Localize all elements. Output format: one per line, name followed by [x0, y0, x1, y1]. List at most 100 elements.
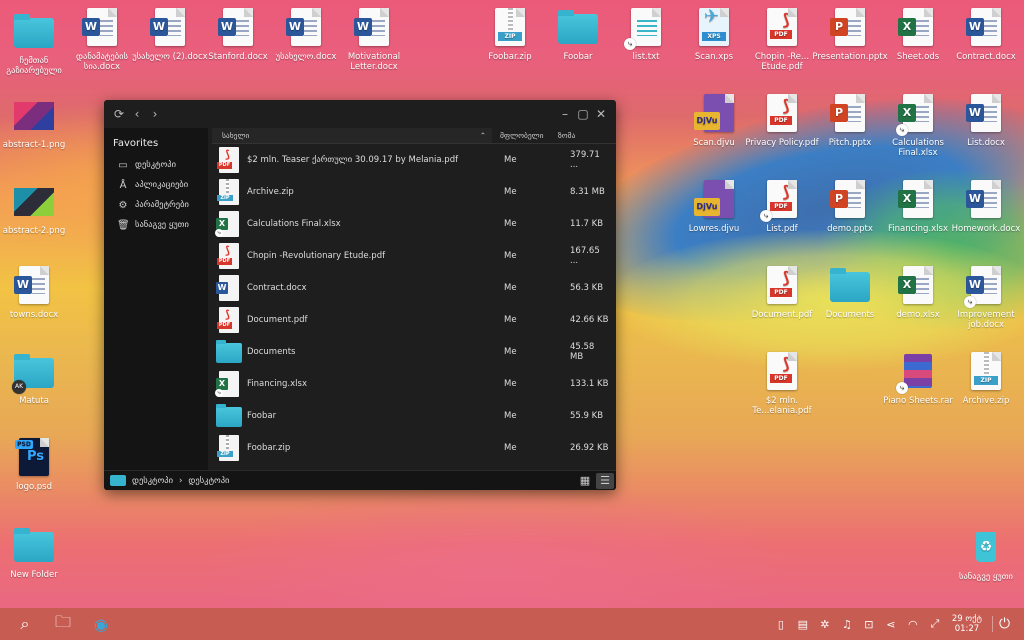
pdf-file-icon: ⟆ PDF: [216, 146, 242, 174]
desktop-icon-towns-docx[interactable]: W towns.docx: [0, 266, 74, 320]
word-icon: W: [966, 104, 984, 122]
close-icon[interactable]: ✕: [592, 107, 610, 121]
desktop-icon-matuta[interactable]: AK Matuta: [0, 352, 74, 406]
sort-ascending-icon: ⌃: [479, 131, 486, 140]
bug-icon[interactable]: ✲: [814, 618, 836, 631]
shortcut-icon: ⤷: [896, 382, 908, 394]
powerpoint-icon: P: [830, 190, 848, 208]
file-size: 11.7 KB: [570, 219, 604, 229]
desktop-icon-trash[interactable]: ♻ სანაგვე ყუთი: [946, 528, 1024, 582]
word-icon: W: [966, 276, 984, 294]
djvu-icon: DjVu: [694, 112, 720, 130]
desktop-icon-abstract-1[interactable]: abstract-1.png: [0, 96, 74, 150]
back-icon[interactable]: ‹: [128, 107, 146, 121]
desktop-icon-logo-psd[interactable]: Ps PSD logo.psd: [0, 438, 74, 492]
desktop-icon-improvement-job[interactable]: W ⤷ Improvement job.docx: [946, 266, 1024, 330]
sidebar-item-applications[interactable]: Å აპლიკაციები: [104, 175, 208, 195]
table-row[interactable]: ⟆ PDF Chopin -Revolutionary Etude.pdf Me 1…: [212, 240, 616, 272]
recycle-bin-icon: ♻: [966, 528, 1006, 568]
excel-icon: X: [898, 276, 916, 294]
sidebar-item-label: პარამეტრები: [135, 200, 189, 210]
breadcrumb-item[interactable]: დესკტოპი: [132, 476, 173, 486]
photoshop-icon: Ps: [27, 449, 45, 464]
grid-view-icon[interactable]: ▦: [576, 473, 594, 489]
file-size: 56.3 KB: [570, 283, 604, 293]
table-row[interactable]: ⟆ PDF Document.pdf Me 42.66 KB: [212, 304, 616, 336]
sidebar: Favorites ▭ დესკტოპი Å აპლიკაციები ⚙ პარ…: [104, 128, 208, 470]
wifi-icon[interactable]: ◠: [902, 618, 924, 631]
sidebar-item-desktop[interactable]: ▭ დესკტოპი: [104, 155, 208, 175]
fullscreen-icon[interactable]: ⤢: [924, 617, 946, 631]
clock-time: 01:27: [954, 624, 980, 634]
refresh-icon[interactable]: ⟳: [110, 107, 128, 121]
column-header-owner[interactable]: მფლობელი: [492, 131, 550, 140]
word-icon: W: [82, 18, 100, 36]
sidebar-item-trash[interactable]: 🗑 სანაგვე ყუთი: [104, 215, 208, 235]
file-size: 45.58 MB: [570, 342, 595, 362]
word-file-icon: W: [216, 274, 242, 302]
desktop-icon-homework-docx[interactable]: W Homework.docx: [946, 180, 1024, 234]
desktop-icon-new-folder[interactable]: New Folder: [0, 526, 74, 580]
table-row[interactable]: X ⤷ Calculations Final.xlsx Me 11.7 KB: [212, 208, 616, 240]
word-icon: W: [966, 18, 984, 36]
power-icon[interactable]: ⏻: [992, 616, 1016, 632]
maximize-icon[interactable]: ▢: [574, 107, 592, 121]
pdf-file-icon: ⟆ PDF: [216, 306, 242, 334]
avatar-icon: AK: [12, 380, 26, 394]
forward-icon[interactable]: ›: [146, 107, 164, 121]
desktop-icon-motivational-letter[interactable]: W Motivational Letter.docx: [334, 8, 414, 72]
app-launcher-icon[interactable]: ◉: [86, 615, 116, 634]
bell-icon[interactable]: ♫: [836, 618, 858, 631]
breadcrumb-item[interactable]: დესკტოპი: [188, 476, 229, 486]
file-owner: Me: [504, 315, 517, 325]
folder-icon[interactable]: 🗀: [48, 611, 78, 638]
lock-icon[interactable]: ⊡: [858, 618, 880, 631]
column-header-name[interactable]: სახელი ⌃: [212, 128, 492, 143]
table-row[interactable]: Documents Me 45.58 MB: [212, 336, 616, 368]
table-row[interactable]: W Contract.docx Me 56.3 KB: [212, 272, 616, 304]
table-row[interactable]: ZIP Archive.zip Me 8.31 MB: [212, 176, 616, 208]
file-name: Calculations Final.xlsx: [247, 219, 341, 229]
file-name: Documents: [247, 347, 296, 357]
phone-icon[interactable]: ▯: [770, 618, 792, 631]
sidebar-item-settings[interactable]: ⚙ პარამეტრები: [104, 195, 208, 215]
desktop-icon-list-docx[interactable]: W List.docx: [946, 94, 1024, 148]
pdf-file-icon: ⟆ PDF: [216, 242, 242, 270]
desktop-icon-abstract-2[interactable]: abstract-2.png: [0, 182, 74, 236]
file-name: Archive.zip: [247, 187, 294, 197]
word-icon: W: [286, 18, 304, 36]
pdf-icon: PDF: [770, 30, 792, 39]
file-owner: Me: [504, 283, 517, 293]
acrobat-icon: ⟆: [782, 10, 790, 29]
search-icon[interactable]: ⌕: [10, 614, 40, 634]
shortcut-icon: ⤷: [624, 38, 636, 50]
shortcut-icon: ⤷: [760, 210, 772, 222]
minimize-icon[interactable]: –: [556, 107, 574, 121]
share-icon[interactable]: ⋖: [880, 618, 902, 631]
folder-icon: [216, 338, 242, 366]
list-view-icon[interactable]: ☰: [596, 472, 614, 489]
file-owner: Me: [504, 155, 517, 165]
column-header-size[interactable]: ზომა: [550, 131, 610, 140]
acrobat-icon: ⟆: [782, 182, 790, 201]
table-row[interactable]: ⟆ PDF $2 mln. Teaser ქართული 30.09.17 by M…: [212, 144, 616, 176]
zip-file-icon: ZIP: [216, 434, 242, 462]
gear-icon: ⚙: [118, 199, 128, 211]
window-titlebar[interactable]: ⟳ ‹ › – ▢ ✕: [104, 100, 616, 128]
file-name: $2 mln. Teaser ქართული 30.09.17 by Melan…: [247, 155, 459, 165]
desktop-icon-contract-docx[interactable]: W Contract.docx: [946, 8, 1024, 62]
file-size: 167.65 ...: [570, 246, 600, 266]
desktop-icon-archive-zip[interactable]: ZIP Archive.zip: [946, 352, 1024, 406]
table-row[interactable]: ZIP Foobar.zip Me 26.92 KB: [212, 432, 616, 464]
sidebar-item-label: სანაგვე ყუთი: [135, 220, 189, 230]
zip-file-icon: ZIP: [216, 178, 242, 206]
desktop-icon-teaser-pdf[interactable]: ⟆ PDF $2 mln. Te...elania.pdf: [742, 352, 822, 416]
apps-icon: Å: [119, 179, 127, 191]
clock[interactable]: 29 ოქტ 01:27: [952, 614, 982, 634]
table-row[interactable]: X ⤷ Financing.xlsx Me 133.1 KB: [212, 368, 616, 400]
pdf-icon: PDF: [770, 374, 792, 383]
table-row[interactable]: Foobar Me 55.9 KB: [212, 400, 616, 432]
word-icon: W: [354, 18, 372, 36]
paper-plane-icon: ✈: [704, 6, 720, 27]
calendar-icon[interactable]: ▤: [792, 618, 814, 631]
